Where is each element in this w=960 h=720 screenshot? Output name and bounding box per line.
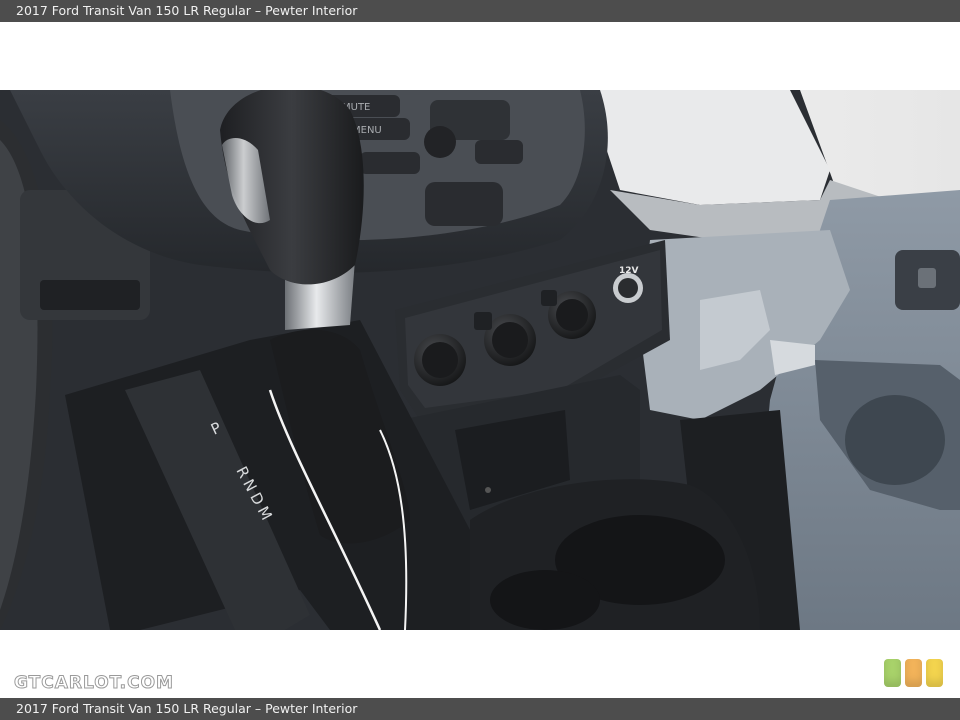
watermark-logo: GTCARLOT.COM: [14, 673, 174, 694]
page-title: 2017 Ford Transit Van 150 LR Regular – P…: [16, 3, 358, 18]
outlet-label: 12V: [619, 266, 639, 276]
yellow-dot-icon: [926, 659, 943, 687]
green-dot-icon: [884, 659, 901, 687]
interior-photo: MUTE MENU 12V P RNDM: [0, 90, 960, 630]
top-title-bar: 2017 Ford Transit Van 150 LR Regular – P…: [0, 0, 960, 22]
orange-dot-icon: [905, 659, 922, 687]
brand-dots-icon: [884, 659, 946, 689]
interior-photo-art: MUTE MENU 12V P RNDM: [0, 90, 960, 630]
photo-caption: 2017 Ford Transit Van 150 LR Regular – P…: [16, 701, 358, 716]
bottom-caption-bar: 2017 Ford Transit Van 150 LR Regular – P…: [0, 698, 960, 720]
